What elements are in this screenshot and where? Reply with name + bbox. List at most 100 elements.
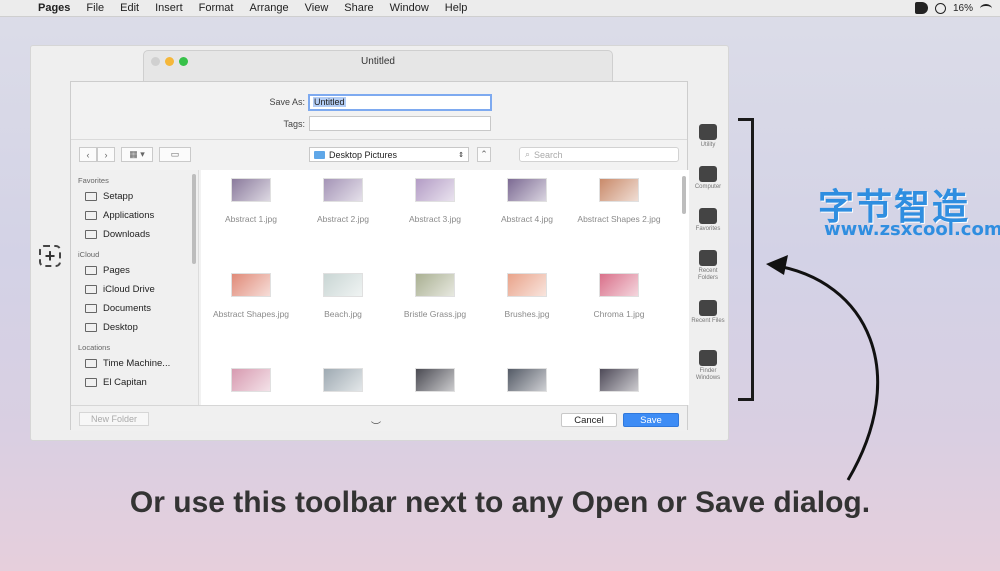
search-icon: ⌕	[525, 149, 531, 159]
file-item[interactable]	[389, 368, 481, 404]
file-thumbnail	[599, 368, 639, 392]
sidebar-item[interactable]: Time Machine...	[71, 354, 198, 373]
file-grid: Abstract 1.jpg Abstract 2.jpg Abstract 3.j…	[201, 170, 689, 405]
file-item[interactable]: Abstract Shapes.jpg	[205, 273, 297, 320]
file-item[interactable]: Abstract Shapes 2.jpg	[573, 178, 665, 225]
dialog-footer: New Folder ︶ Cancel Save	[71, 405, 687, 433]
battery-percent: 16%	[952, 2, 973, 14]
sidebar-section-title: Locations	[78, 343, 111, 352]
nav-buttons: ‹ › ▦ ▾ ▭	[79, 147, 191, 162]
chevron-down-icon[interactable]: ︶	[371, 418, 381, 433]
toolbar-item[interactable]: Recent Folders	[691, 249, 725, 282]
file-thumbnail	[507, 178, 547, 202]
menu-pages[interactable]: Pages	[30, 2, 78, 14]
file-thumbnail	[231, 273, 271, 297]
menu-file[interactable]: File	[78, 2, 112, 14]
save-as-label: Save As:	[269, 97, 305, 107]
menu-help[interactable]: Help	[437, 2, 476, 14]
toolbar-item[interactable]: Favorites	[691, 207, 725, 233]
sidebar: Favorites Setapp Applications Downloads iClo…	[71, 170, 199, 405]
sidebar-item-label: Applications	[103, 210, 155, 221]
folder-icon	[85, 323, 97, 332]
menu-format[interactable]: Format	[191, 2, 242, 14]
folder-clock-icon	[698, 249, 718, 267]
file-name: Beach.jpg	[324, 309, 362, 319]
folder-icon	[85, 211, 97, 220]
menu-insert[interactable]: Insert	[147, 2, 191, 14]
file-item[interactable]: Brushes.jpg	[481, 273, 573, 320]
file-item[interactable]	[481, 368, 573, 404]
d-logo-icon[interactable]	[914, 2, 928, 14]
file-name: Abstract Shapes.jpg	[212, 309, 290, 319]
folder-icon	[85, 192, 97, 201]
new-folder-button[interactable]: New Folder	[79, 412, 149, 426]
file-item[interactable]	[573, 368, 665, 404]
sidebar-item[interactable]: Documents	[71, 299, 198, 318]
file-item[interactable]: Abstract 1.jpg	[205, 178, 297, 225]
toolbar-item[interactable]: Finder Windows	[691, 349, 725, 382]
toolbar-item[interactable]: Computer	[691, 165, 725, 191]
sidebar-item[interactable]: Pages	[71, 261, 198, 280]
toolbar-item[interactable]: Recent Files	[691, 299, 725, 325]
save-as-input[interactable]: Untitled	[308, 94, 492, 111]
file-thumbnail	[415, 178, 455, 202]
file-item[interactable]	[297, 368, 389, 404]
grid-scrollbar[interactable]	[682, 176, 686, 214]
file-item[interactable]: Abstract 3.jpg	[389, 178, 481, 225]
file-item[interactable]: Bristle Grass.jpg	[389, 273, 481, 320]
new-folder-icon-button[interactable]: ▭	[159, 147, 191, 162]
file-thumbnail	[323, 273, 363, 297]
menu-edit[interactable]: Edit	[112, 2, 147, 14]
sidebar-item[interactable]: Desktop	[71, 318, 198, 337]
expand-button[interactable]: ⌃	[477, 147, 491, 162]
toolbar-item[interactable]: Utility	[691, 123, 725, 149]
sidebar-item[interactable]: Downloads	[71, 225, 198, 244]
window-title: Untitled	[361, 56, 395, 67]
sidebar-item[interactable]: iCloud Drive	[71, 280, 198, 299]
folder-icon	[85, 359, 97, 368]
save-button[interactable]: Save	[623, 413, 679, 427]
add-icon[interactable]: +	[39, 245, 61, 267]
file-item[interactable]: Abstract 4.jpg	[481, 178, 573, 225]
pages-window: Untitled	[143, 50, 613, 84]
heart-icon	[698, 207, 718, 225]
menu-view[interactable]: View	[297, 2, 337, 14]
sidebar-item-label: iCloud Drive	[103, 284, 155, 295]
file-item[interactable]: Abstract 2.jpg	[297, 178, 389, 225]
back-button[interactable]: ‹	[79, 147, 97, 162]
wifi-icon[interactable]	[980, 3, 992, 13]
folder-icon	[85, 266, 97, 275]
sidebar-section-title: Favorites	[78, 176, 109, 185]
sidebar-item[interactable]: Setapp	[71, 187, 198, 206]
search-input[interactable]: ⌕ Search	[519, 147, 679, 162]
file-thumbnail	[599, 273, 639, 297]
location-popup[interactable]: Desktop Pictures ⇕	[309, 147, 469, 162]
file-name: Bristle Grass.jpg	[403, 309, 467, 319]
clock-icon[interactable]	[934, 2, 946, 14]
view-mode-button[interactable]: ▦ ▾	[121, 147, 153, 162]
menu-arrange[interactable]: Arrange	[241, 2, 296, 14]
forward-button[interactable]: ›	[97, 147, 115, 162]
toolbar-item-label: Favorites	[695, 226, 721, 232]
file-item[interactable]	[205, 368, 297, 404]
file-item[interactable]: Beach.jpg	[297, 273, 389, 320]
sidebar-item[interactable]: Applications	[71, 206, 198, 225]
sidebar-item[interactable]: El Capitan	[71, 373, 198, 392]
sidebar-item-label: Time Machine...	[103, 358, 171, 369]
menu-share[interactable]: Share	[336, 2, 381, 14]
menu-window[interactable]: Window	[382, 2, 437, 14]
cancel-button[interactable]: Cancel	[561, 413, 617, 427]
file-thumbnail	[415, 273, 455, 297]
file-thumbnail	[415, 368, 455, 392]
d-logo-icon	[698, 123, 718, 141]
logo-url: www.zsxcool.com	[824, 219, 1000, 240]
sidebar-scrollbar[interactable]	[192, 174, 196, 264]
file-name: Abstract 1.jpg	[225, 214, 277, 224]
file-item[interactable]: Chroma 1.jpg	[573, 273, 665, 320]
caption: Or use this toolbar next to any Open or …	[129, 486, 871, 519]
tags-input[interactable]	[309, 116, 491, 131]
folder-icon	[85, 285, 97, 294]
file-name: Chroma 1.jpg	[593, 309, 645, 319]
updown-icon: ⇕	[458, 151, 464, 159]
folder-icon	[314, 150, 325, 159]
